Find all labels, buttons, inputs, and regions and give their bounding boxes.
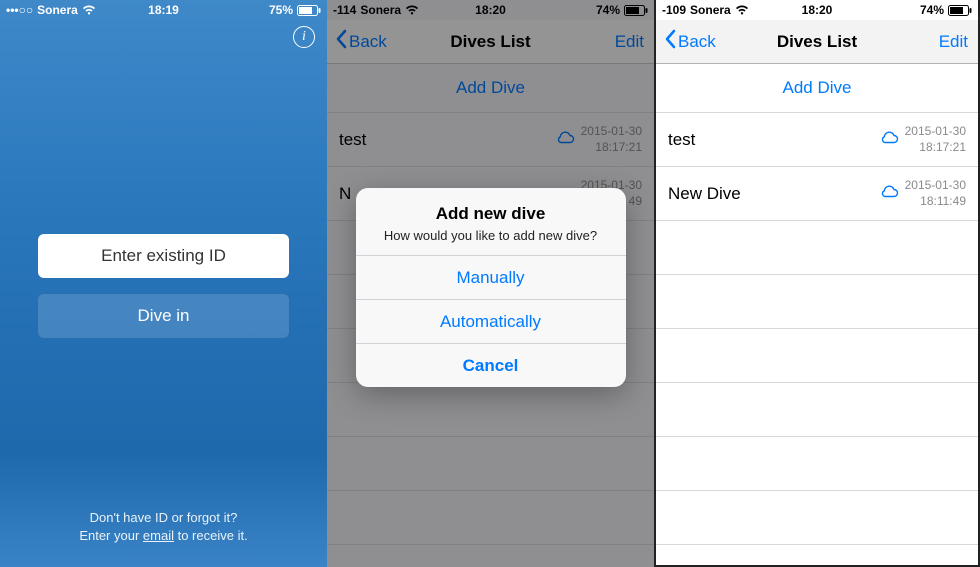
dive-time: 18:11:49 (920, 194, 966, 210)
status-bar: •••○○ Sonera 18:19 75% (0, 0, 327, 20)
nav-bar: Back Dives List Edit (656, 20, 978, 64)
table-row[interactable]: test 2015-01-30 18:17:21 (656, 113, 978, 167)
alert-option-automatically[interactable]: Automatically (356, 299, 626, 343)
info-icon[interactable]: i (293, 26, 315, 48)
chevron-left-icon (664, 29, 676, 54)
alert-title: Add new dive (370, 204, 612, 224)
list-separator (656, 437, 978, 491)
enter-existing-id-button[interactable]: Enter existing ID (38, 234, 289, 278)
screen-dives-list-alert: -114 Sonera 18:20 74% Back Dives List Ed… (327, 0, 654, 567)
dive-date: 2015-01-30 (905, 124, 966, 140)
carrier-label: Sonera (690, 3, 731, 17)
back-label: Back (678, 32, 716, 52)
dive-in-button[interactable]: Dive in (38, 294, 289, 338)
dive-time: 18:17:21 (919, 140, 966, 156)
list-separator (656, 329, 978, 383)
battery-icon (297, 5, 321, 16)
list-separator (656, 383, 978, 437)
status-bar: -109 Sonera 18:20 74% (656, 0, 978, 20)
screen-login: •••○○ Sonera 18:19 75% i Enter existing … (0, 0, 327, 567)
email-link[interactable]: email (143, 528, 174, 543)
list-separator (656, 491, 978, 545)
clock: 18:20 (802, 3, 833, 17)
signal-strength: -109 (662, 3, 686, 17)
alert-option-manually[interactable]: Manually (356, 255, 626, 299)
dive-date: 2015-01-30 (905, 178, 966, 194)
list-separator (656, 221, 978, 275)
wifi-icon (735, 5, 749, 15)
carrier-label: Sonera (37, 3, 78, 17)
alert-cancel-button[interactable]: Cancel (356, 343, 626, 387)
cloud-icon (879, 184, 899, 203)
screen-dives-list: -109 Sonera 18:20 74% Back Dives List Ed… (654, 0, 980, 567)
add-dive-alert: Add new dive How would you like to add n… (356, 188, 626, 387)
alert-message: How would you like to add new dive? (370, 228, 612, 243)
table-row[interactable]: New Dive 2015-01-30 18:11:49 (656, 167, 978, 221)
clock: 18:19 (148, 3, 179, 17)
add-dive-button[interactable]: Add Dive (656, 64, 978, 113)
dive-name: New Dive (668, 184, 879, 204)
battery-icon (948, 5, 972, 16)
battery-pct: 74% (920, 3, 944, 17)
footer-line2: Enter your email to receive it. (0, 527, 327, 545)
dive-name: test (668, 130, 879, 150)
battery-pct: 75% (269, 3, 293, 17)
footer-hint: Don't have ID or forgot it? Enter your e… (0, 509, 327, 545)
edit-button[interactable]: Edit (939, 32, 968, 52)
footer-line1: Don't have ID or forgot it? (0, 509, 327, 527)
back-button[interactable]: Back (664, 29, 716, 54)
list-separator (656, 275, 978, 329)
signal-dots: •••○○ (6, 3, 33, 17)
cloud-icon (879, 130, 899, 149)
wifi-icon (82, 5, 96, 15)
